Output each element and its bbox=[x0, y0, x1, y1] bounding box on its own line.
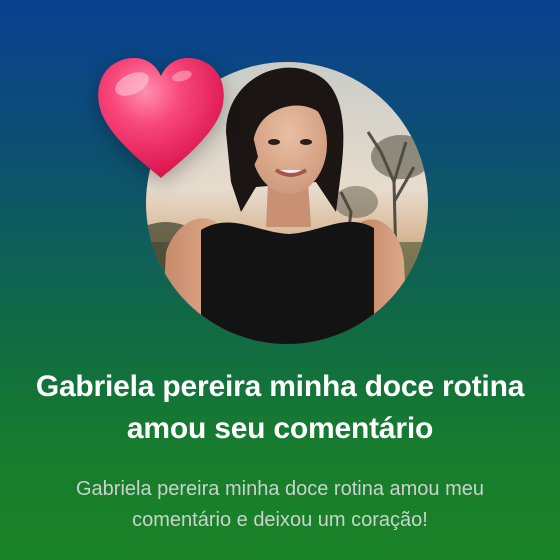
notification-message: Gabriela pereira minha doce rotina amou … bbox=[76, 478, 484, 531]
heart-icon bbox=[94, 54, 228, 182]
notification-title: Gabriela pereira minha doce rotina amou … bbox=[35, 370, 525, 445]
like-notification-card: Gabriela pereira minha doce rotina amou … bbox=[0, 0, 560, 560]
